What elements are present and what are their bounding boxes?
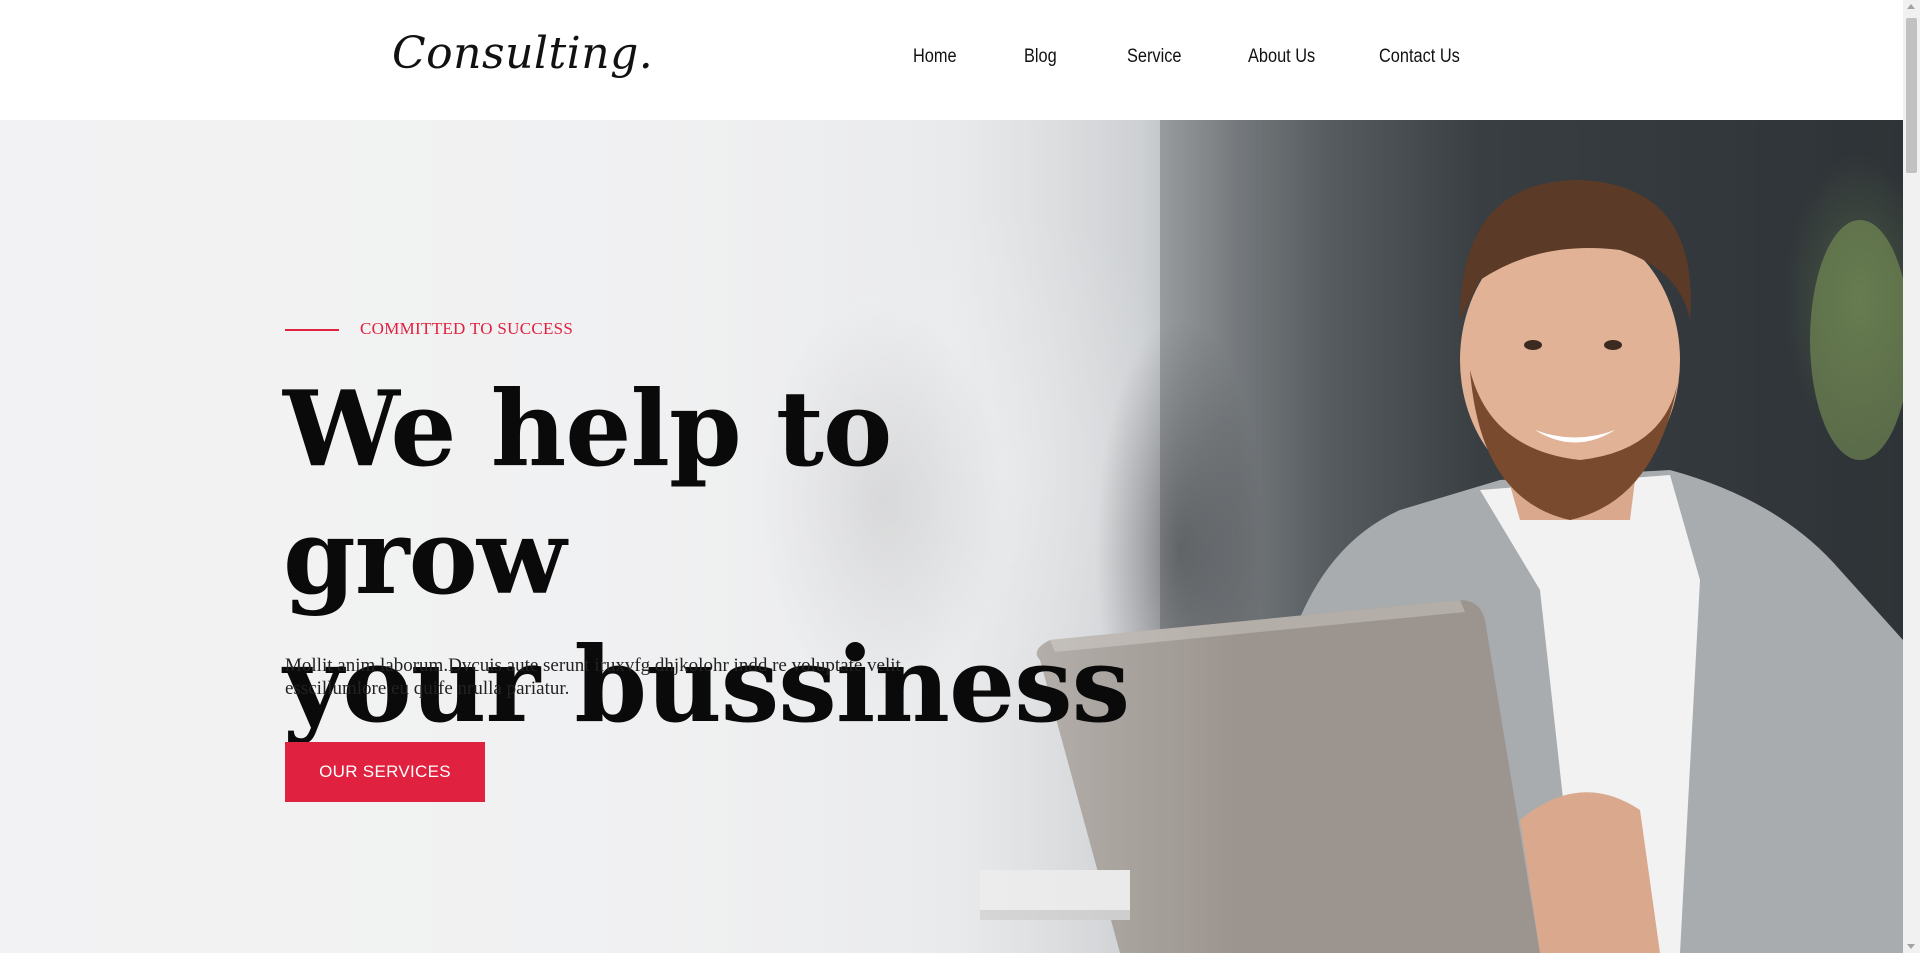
nav-service[interactable]: Service — [1127, 46, 1181, 68]
page: Consulting. Home Blog Service About Us C… — [0, 0, 1920, 953]
hero-description: Mollit anim laborum.Dvcuis aute serunt i… — [285, 654, 985, 700]
headline-line-1: We help to grow — [283, 367, 892, 618]
scroll-down-icon[interactable] — [1907, 944, 1915, 949]
nav-blog[interactable]: Blog — [1024, 46, 1057, 68]
scroll-up-icon[interactable] — [1907, 4, 1915, 9]
site-logo[interactable]: Consulting. — [392, 28, 653, 79]
tagline-divider — [285, 329, 339, 331]
page-scrollbar[interactable] — [1903, 0, 1920, 953]
nav-about-us[interactable]: About Us — [1248, 46, 1315, 68]
site-header: Consulting. Home Blog Service About Us C… — [0, 0, 1903, 120]
scroll-thumb[interactable] — [1906, 18, 1917, 173]
nav-home[interactable]: Home — [913, 46, 957, 68]
our-services-button[interactable]: OUR SERVICES — [285, 742, 485, 802]
description-line-1: Mollit anim laborum.Dvcuis aute serunt i… — [285, 655, 901, 676]
hero-section: COMMITTED TO SUCCESS We help to grow you… — [0, 120, 1903, 953]
tagline-text: COMMITTED TO SUCCESS — [360, 319, 574, 338]
nav-contact-us[interactable]: Contact Us — [1379, 46, 1460, 68]
description-line-2: esscillumlore eu quife nrulla pariatur. — [285, 678, 570, 699]
